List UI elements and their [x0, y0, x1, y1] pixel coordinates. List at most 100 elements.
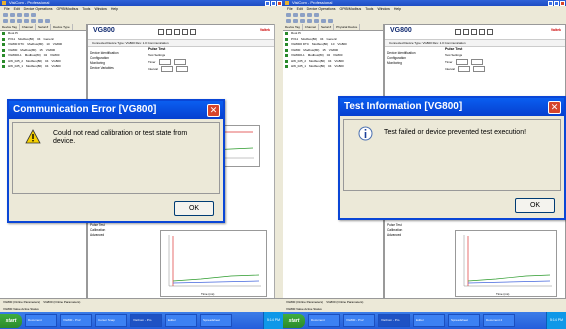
toolbar-icon[interactable] [17, 19, 22, 23]
start-button[interactable]: start [0, 313, 22, 328]
toolbar-icon[interactable] [45, 19, 50, 23]
start-button[interactable]: start [283, 313, 305, 328]
toolbar-icon[interactable] [307, 13, 312, 17]
taskbar-item[interactable]: Document [25, 314, 57, 327]
taskbar-item[interactable]: Cursor Snap [95, 314, 127, 327]
taskbar-item[interactable]: VisiCom - Pro [130, 314, 162, 327]
chart-plot [168, 235, 261, 287]
doc-tab[interactable]: VG800 (Online Parameters) [43, 300, 80, 304]
tree-row[interactable]: HW_025_1 Modbus(80) 04 VG800 [0, 64, 86, 70]
nav-advanced[interactable]: Advanced [387, 233, 437, 238]
field-row: Test Settings [445, 53, 462, 57]
col-channel[interactable]: Channel [20, 24, 36, 30]
toolbar-icon[interactable] [3, 13, 8, 17]
tree-row[interactable]: HW_025_1 Modbus(80) 04 VG800 [283, 64, 383, 70]
ok-button[interactable]: OK [174, 201, 214, 216]
taskbar-item[interactable]: Document 2 [483, 314, 515, 327]
taskbar-item[interactable]: VG800 - Prof [60, 314, 92, 327]
device-tool-icon[interactable] [166, 29, 172, 35]
maximize-button[interactable] [554, 0, 559, 6]
toolbar-icon[interactable] [10, 13, 15, 17]
ok-button[interactable]: OK [515, 198, 555, 213]
taskbar-item[interactable]: Spreadsheet [448, 314, 480, 327]
toolbar-icon[interactable] [24, 19, 29, 23]
taskbar-item[interactable]: VG800 - Prof [343, 314, 375, 327]
dialog-message: Could not read calibration or test state… [53, 130, 188, 145]
timer-input[interactable] [173, 59, 186, 65]
field-label: Timer [445, 60, 453, 64]
doc-tab[interactable]: VG800 (Online Parameters) [326, 300, 363, 304]
vertical-scrollbar[interactable] [274, 24, 283, 299]
col-device-type[interactable]: Device Type [51, 24, 73, 30]
toolbar-icon[interactable] [321, 19, 326, 23]
toolbar-icon[interactable] [300, 19, 305, 23]
toolbar-icon[interactable] [24, 13, 29, 17]
interval-input[interactable] [472, 66, 485, 72]
nav-monitoring[interactable]: Monitoring [387, 61, 437, 66]
tree-type: VG800 [334, 64, 344, 68]
device-tool-icon[interactable] [471, 29, 477, 35]
col-channel[interactable]: Channel [303, 24, 319, 30]
device-tool-icon[interactable] [479, 29, 485, 35]
device-tool-icon[interactable] [182, 29, 188, 35]
col-physical-device[interactable]: Physical Device [334, 24, 361, 30]
toolbar-icon[interactable] [38, 19, 43, 23]
col-serial[interactable]: Serial # [319, 24, 335, 30]
taskbar-item[interactable]: Spreadsheet [200, 314, 232, 327]
warning-icon [25, 129, 41, 144]
nav-advanced[interactable]: Advanced [90, 233, 140, 238]
col-device-tag[interactable]: Device Tag [283, 24, 303, 30]
device-tool-icon[interactable] [158, 29, 164, 35]
interval-input[interactable] [175, 66, 188, 72]
col-device-tag[interactable]: Device Tag [0, 24, 20, 30]
close-button[interactable] [277, 0, 282, 6]
toolbar-icon[interactable] [286, 19, 291, 23]
doc-tab[interactable]: VG800 (Online Parameters) [3, 300, 40, 304]
toolbar-icon[interactable] [3, 19, 8, 23]
tree-serial: 04 [45, 64, 49, 68]
device-nav-bottom: Pulse Test Calibration Advanced [90, 223, 140, 238]
device-tool-icon[interactable] [463, 29, 469, 35]
timer-input[interactable] [158, 59, 171, 65]
timer-input[interactable] [470, 59, 483, 65]
app-title: VisiCom - Professional [9, 0, 50, 5]
field-label: Test Settings [148, 53, 166, 57]
toolbar-icon[interactable] [286, 13, 291, 17]
taskbar-item[interactable]: Editor [413, 314, 445, 327]
dialog-close-button[interactable]: ✕ [207, 104, 220, 117]
device-tool-icon[interactable] [487, 29, 493, 35]
minimize-button[interactable] [548, 0, 553, 6]
toolbar-icon[interactable] [31, 13, 36, 17]
chart-plot [463, 235, 552, 287]
toolbar-icon[interactable] [300, 13, 305, 17]
toolbar-icon[interactable] [328, 19, 333, 23]
toolbar-icon[interactable] [307, 19, 312, 23]
doc-tab[interactable]: VG800 (Online Parameters) [286, 300, 323, 304]
toolbar-icon[interactable] [31, 19, 36, 23]
toolbar-icon[interactable] [314, 19, 319, 23]
device-tool-icon[interactable] [455, 29, 461, 35]
taskbar-item[interactable]: Editor [165, 314, 197, 327]
toolbar-icon[interactable] [314, 13, 319, 17]
toolbar-icon[interactable] [293, 19, 298, 23]
interval-input[interactable] [457, 66, 470, 72]
field-row: Interval [445, 66, 485, 72]
device-tool-icon[interactable] [174, 29, 180, 35]
close-button[interactable] [560, 0, 565, 6]
taskbar-item[interactable]: Document [308, 314, 340, 327]
brand-logo: Valtek [550, 28, 561, 32]
device-tool-icon[interactable] [190, 29, 196, 35]
dialog-close-button[interactable]: ✕ [548, 101, 561, 114]
minimize-button[interactable] [265, 0, 270, 6]
taskbar-item[interactable]: VisiCom - Pro [378, 314, 410, 327]
toolbar-icon[interactable] [293, 13, 298, 17]
app-title: VisiCom - Professional [292, 0, 333, 5]
interval-input[interactable] [160, 66, 173, 72]
timer-input[interactable] [455, 59, 468, 65]
maximize-button[interactable] [271, 0, 276, 6]
toolbar-icon[interactable] [17, 13, 22, 17]
toolbar-icon[interactable] [10, 19, 15, 23]
col-serial[interactable]: Serial # [36, 24, 52, 30]
nav-device-variables[interactable]: Device Variables [90, 66, 140, 71]
dialog-title: Communication Error [VG800] [9, 101, 223, 119]
